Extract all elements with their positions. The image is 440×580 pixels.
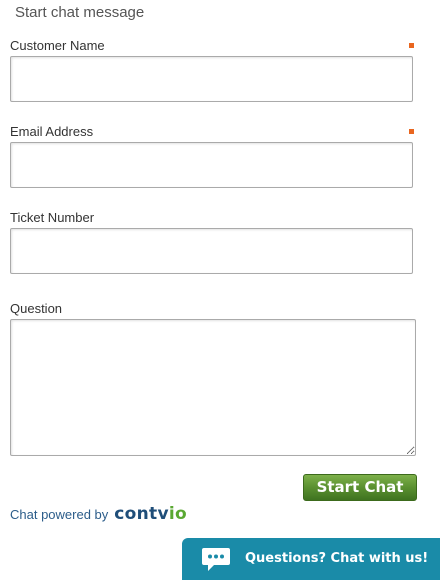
brand-v: v (157, 504, 169, 524)
chat-widget-label: Questions? Chat with us! (245, 551, 429, 566)
question-label: Question (10, 301, 63, 316)
brand-suffix: io (168, 504, 187, 524)
powered-by: Chat powered by contvio (10, 502, 187, 526)
question-textarea[interactable] (10, 319, 416, 456)
email-address-label: Email Address (10, 124, 94, 139)
form-title: Start chat message (15, 4, 145, 21)
required-marker (409, 43, 414, 48)
ticket-number-input[interactable] (10, 228, 413, 274)
email-address-input[interactable] (10, 142, 413, 188)
ticket-number-label: Ticket Number (10, 210, 95, 225)
start-chat-button[interactable]: Start Chat (303, 474, 417, 501)
customer-name-input[interactable] (10, 56, 413, 102)
brand-prefix: cont (114, 504, 158, 524)
contivio-logo[interactable]: contvio (114, 504, 187, 524)
customer-name-label: Customer Name (10, 38, 105, 53)
required-marker (409, 129, 414, 134)
chat-with-us-button[interactable]: Questions? Chat with us! (182, 538, 440, 580)
chat-bubble-icon (202, 548, 230, 571)
powered-by-text: Chat powered by (10, 506, 109, 522)
